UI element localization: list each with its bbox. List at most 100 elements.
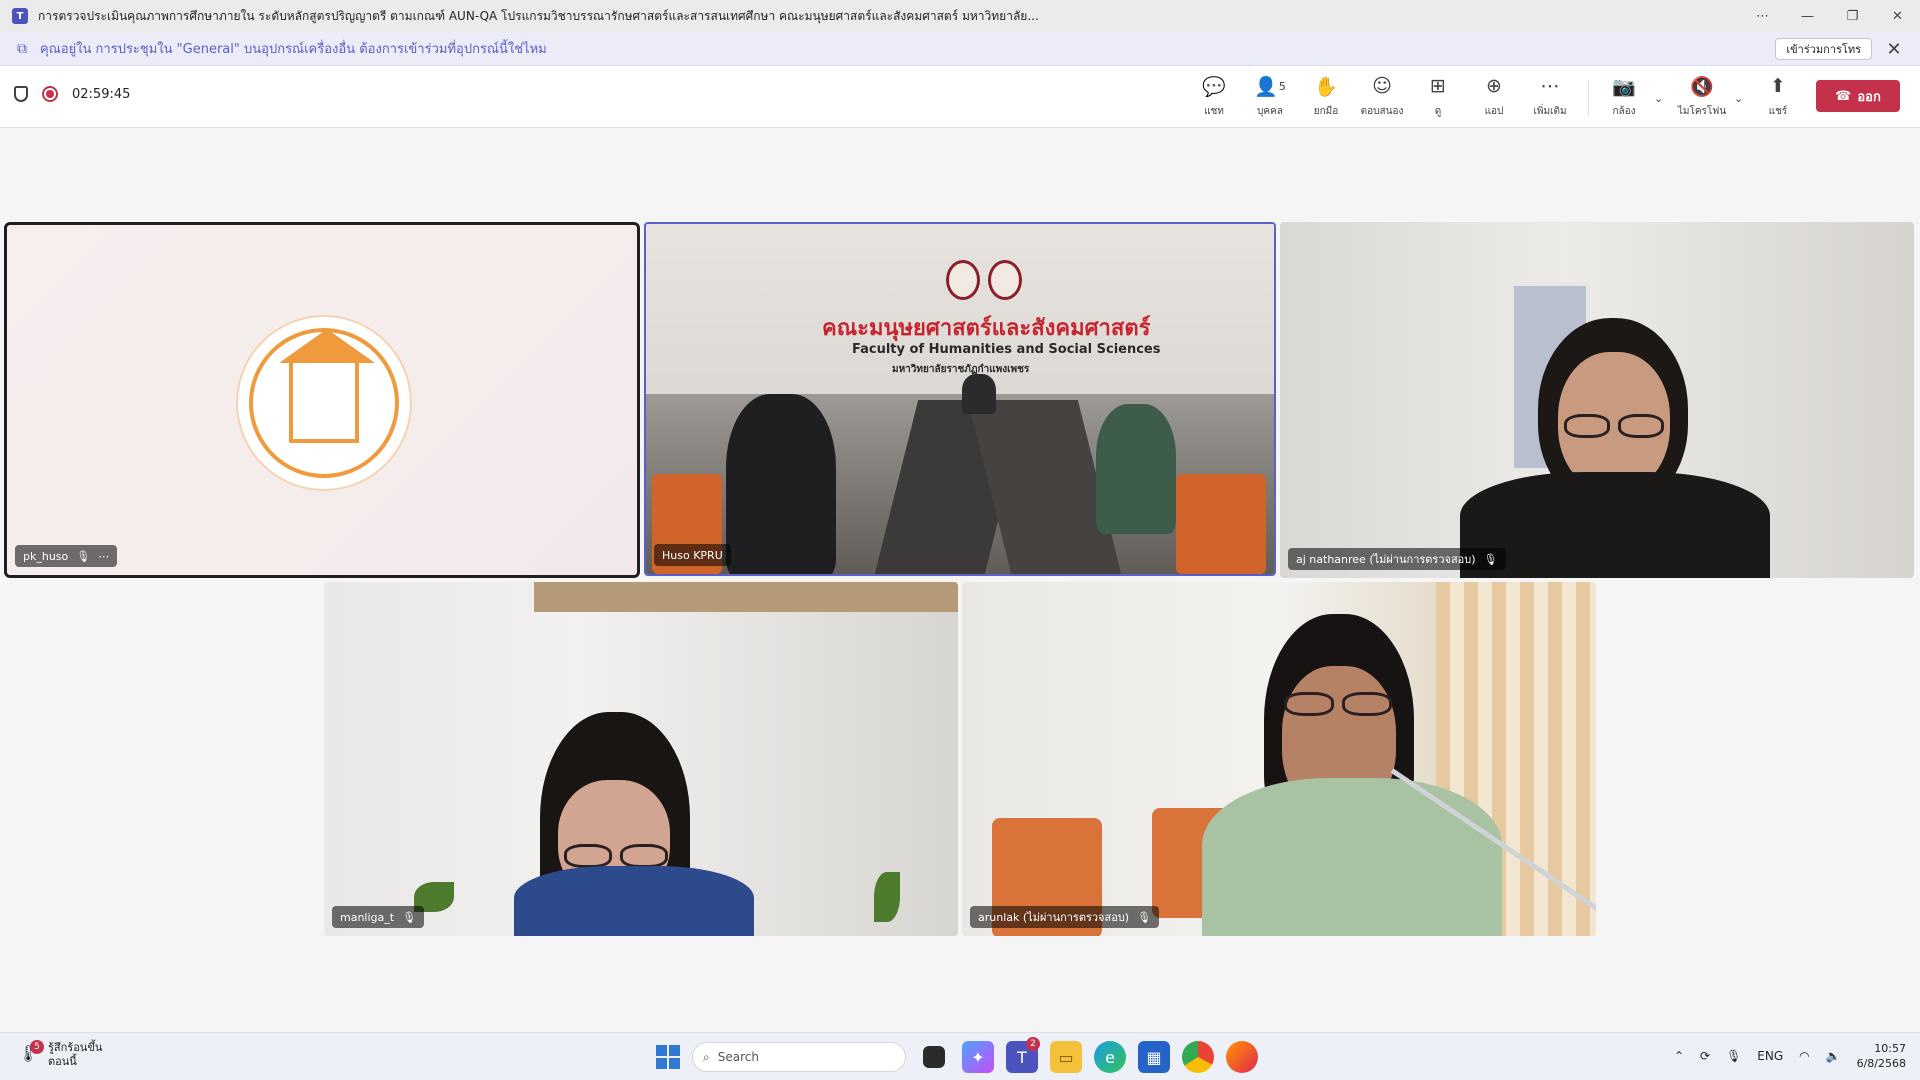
- participant-name-tag: aj nathanree (ไม่ผ่านการตรวจสอบ) 🎙: [1288, 548, 1506, 570]
- apps-label: แอป: [1484, 106, 1504, 117]
- device-join-icon: ⧉: [17, 40, 27, 57]
- minimize-button[interactable]: —: [1785, 0, 1830, 32]
- firefox-icon[interactable]: [1226, 1041, 1258, 1073]
- grid-icon: ⊞: [1430, 75, 1446, 97]
- raise-hand-button[interactable]: ✋ ยกมือ: [1298, 74, 1354, 119]
- apps-button[interactable]: ⊕ แอป: [1466, 74, 1522, 119]
- wifi-icon[interactable]: ◠: [1799, 1049, 1809, 1063]
- camera-button[interactable]: 📷 กล้อง: [1596, 74, 1652, 119]
- faculty-logo: [236, 315, 412, 491]
- weather-badge: 5: [30, 1040, 44, 1054]
- weather-widget[interactable]: 🌡 5 รู้สึกร้อนขึ้น ตอนนี้: [18, 1040, 103, 1069]
- other-device-banner: ⧉ คุณอยู่ใน การประชุมใน "General" บนอุปก…: [0, 32, 1920, 66]
- mic-options-chevron-icon[interactable]: ⌄: [1734, 92, 1743, 105]
- window-title: การตรวจประเมินคุณภาพการศึกษาภายใน ระดับห…: [38, 8, 1039, 23]
- room-sign-english: Faculty of Humanities and Social Science…: [852, 342, 1161, 357]
- hand-icon: ✋: [1314, 75, 1338, 98]
- view-label: ดู: [1434, 106, 1442, 117]
- room-sign-thai: คณะมนุษยศาสตร์และสังคมศาสตร์: [822, 316, 1151, 341]
- leave-label: ออก: [1857, 89, 1881, 105]
- close-window-button[interactable]: ✕: [1875, 0, 1920, 32]
- share-icon: ⬆: [1770, 75, 1786, 97]
- view-button[interactable]: ⊞ ดู: [1410, 74, 1466, 119]
- shield-icon[interactable]: [14, 86, 28, 102]
- banner-text: คุณอยู่ใน การประชุมใน "General" บนอุปกรณ…: [40, 42, 547, 57]
- mic-muted-tray-icon[interactable]: 🎙: [1726, 1049, 1741, 1063]
- meeting-status: 02:59:45: [14, 86, 130, 102]
- banner-close-icon[interactable]: ✕: [1882, 37, 1906, 61]
- video-tile-aj-nathanree[interactable]: aj nathanree (ไม่ผ่านการตรวจสอบ) 🎙: [1280, 222, 1914, 578]
- participant-name-tag: Huso KPRU: [654, 544, 731, 566]
- people-button[interactable]: 👤 5 บุคคล: [1242, 74, 1298, 119]
- weather-text: รู้สึกร้อนขึ้น: [48, 1041, 103, 1054]
- show-hidden-icons-chevron-icon[interactable]: ⌃: [1674, 1049, 1684, 1063]
- edge-icon[interactable]: e: [1094, 1041, 1126, 1073]
- people-icon: 👤 5: [1254, 75, 1286, 98]
- mic-off-icon: 🎙: [1137, 910, 1152, 924]
- chrome-icon[interactable]: [1182, 1041, 1214, 1073]
- raise-hand-label: ยกมือ: [1313, 106, 1339, 117]
- chat-icon: 💬: [1202, 75, 1226, 98]
- camera-off-icon: 📷: [1612, 75, 1636, 98]
- maximize-button[interactable]: ❐: [1830, 0, 1875, 32]
- clock-time: 10:57: [1874, 1042, 1906, 1055]
- participant-name-tag: arunlak (ไม่ผ่านการตรวจสอบ) 🎙: [970, 906, 1160, 928]
- file-explorer-icon[interactable]: ▭: [1050, 1041, 1082, 1073]
- search-placeholder: Search: [717, 1050, 759, 1064]
- camera-options-chevron-icon[interactable]: ⌄: [1654, 92, 1663, 105]
- video-tile-pk-huso[interactable]: pk_huso 🎙 ⋯: [4, 222, 640, 578]
- chat-button[interactable]: 💬 แชท: [1186, 74, 1242, 119]
- mic-off-icon: 🎙: [1483, 552, 1498, 566]
- video-tile-manliga-t[interactable]: manliga_t 🎙: [324, 582, 958, 936]
- emblem-icon: [946, 260, 980, 300]
- video-tile-huso-kpru[interactable]: คณะมนุษยศาสตร์และสังคมศาสตร์ Faculty of …: [644, 222, 1276, 576]
- ellipsis-icon: ⋯: [1540, 75, 1560, 97]
- title-bar: T การตรวจประเมินคุณภาพการศึกษาภายใน ระดั…: [0, 0, 1920, 32]
- more-label: เพิ่มเติม: [1533, 106, 1567, 117]
- teams-taskbar-icon[interactable]: T2: [1006, 1037, 1040, 1073]
- taskbar-apps: ⌕ Search ✦ T2 ▭ e ▦: [656, 1037, 1258, 1073]
- sync-icon[interactable]: ⟳: [1700, 1049, 1710, 1063]
- leave-button[interactable]: ☎ ออก: [1816, 80, 1900, 112]
- weather-icon: 🌡 5: [18, 1040, 44, 1066]
- recording-icon: [42, 86, 58, 102]
- meeting-toolbar: 02:59:45 💬 แชท 👤 5 บุคคล ✋ ยกมือ ☺ ตอบสนอ…: [0, 66, 1920, 128]
- teams-badge: 2: [1026, 1037, 1040, 1051]
- copilot-icon[interactable]: ✦: [962, 1041, 994, 1073]
- participant-name-tag: manliga_t 🎙: [332, 906, 425, 928]
- room-sign-university: มหาวิทยาลัยราชภัฏกำแพงเพชร: [892, 364, 1030, 375]
- react-button[interactable]: ☺ ตอบสนอง: [1354, 74, 1410, 119]
- mic-muted-icon: 🔇: [1690, 75, 1714, 98]
- camera-label: กล้อง: [1612, 106, 1636, 117]
- speaker-muted-icon[interactable]: 🔈: [1826, 1049, 1841, 1063]
- mic-off-icon: 🎙: [76, 549, 91, 563]
- more-options-icon[interactable]: ⋯: [1740, 0, 1785, 32]
- clock-date: 6/8/2568: [1856, 1057, 1906, 1070]
- store-icon[interactable]: ▦: [1138, 1041, 1170, 1073]
- react-label: ตอบสนอง: [1360, 106, 1404, 117]
- windows-taskbar: 🌡 5 รู้สึกร้อนขึ้น ตอนนี้ ⌕ Search ✦ T2 ▭…: [0, 1032, 1920, 1080]
- taskbar-search[interactable]: ⌕ Search: [692, 1042, 906, 1072]
- system-tray: ⌃ ⟳ 🎙 ENG ◠ 🔈 10:57 6/8/2568: [1674, 1041, 1906, 1071]
- start-icon[interactable]: [656, 1045, 680, 1069]
- add-app-icon: ⊕: [1486, 75, 1502, 97]
- people-label: บุคคล: [1257, 106, 1283, 117]
- phone-hangup-icon: ☎: [1835, 88, 1852, 104]
- toolbar-divider: [1588, 80, 1589, 116]
- clock[interactable]: 10:57 6/8/2568: [1857, 1041, 1906, 1071]
- share-label: แชร์: [1768, 106, 1788, 117]
- more-button[interactable]: ⋯ เพิ่มเติม: [1522, 74, 1578, 119]
- share-button[interactable]: ⬆ แชร์: [1750, 74, 1806, 119]
- window-controls: ⋯ — ❐ ✕: [1740, 0, 1920, 32]
- language-indicator[interactable]: ENG: [1757, 1049, 1783, 1063]
- people-count: 5: [1278, 79, 1286, 93]
- participant-name-tag: pk_huso 🎙 ⋯: [15, 545, 118, 567]
- mic-label: ไมโครโฟน: [1677, 106, 1727, 117]
- mic-button[interactable]: 🔇 ไมโครโฟน: [1674, 74, 1730, 119]
- video-tile-arunlak[interactable]: arunlak (ไม่ผ่านการตรวจสอบ) 🎙: [962, 582, 1596, 936]
- weather-subtext: ตอนนี้: [48, 1055, 77, 1068]
- mic-off-icon: 🎙: [402, 910, 417, 924]
- join-call-button[interactable]: เข้าร่วมการโทร: [1775, 38, 1872, 60]
- more-options-icon[interactable]: ⋯: [98, 550, 109, 563]
- task-view-icon[interactable]: [923, 1046, 945, 1068]
